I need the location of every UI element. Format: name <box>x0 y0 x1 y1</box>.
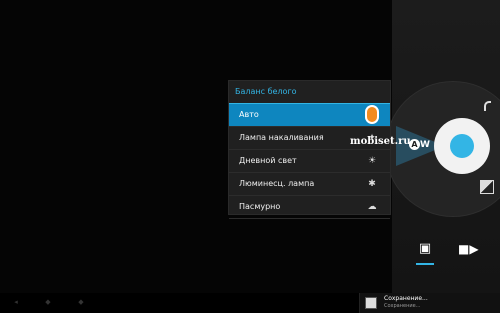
image-icon <box>365 297 377 309</box>
notification-title: Сохранение... <box>384 295 428 302</box>
fluorescent-icon: ✱ <box>368 179 376 189</box>
wb-option-auto[interactable]: Авто <box>229 104 390 127</box>
recent-apps-icon[interactable]: ◆ <box>77 298 85 306</box>
notification-subtitle: Сохранение... <box>384 303 421 309</box>
saving-notification[interactable]: Сохранение... Сохранение... <box>359 293 500 313</box>
exposure-icon[interactable] <box>480 180 494 194</box>
camera-screen: AW Баланс белого Авто Лампа накаливания … <box>0 0 500 313</box>
wb-option-cloudy[interactable]: Пасмурно ☁ <box>229 196 390 219</box>
wb-option-label: Люминесц. лампа <box>239 179 315 188</box>
white-balance-menu-title: Баланс белого <box>229 81 390 104</box>
sun-icon: ☀ <box>367 156 377 166</box>
cloud-icon: ☁ <box>367 202 377 212</box>
white-balance-menu: Баланс белого Авто Лампа накаливания ✦ Д… <box>229 81 390 219</box>
home-icon[interactable]: ◆ <box>44 298 52 306</box>
camera-icon[interactable]: ▣ <box>418 240 432 258</box>
wheel-top-setting-icon[interactable] <box>484 101 491 111</box>
back-icon[interactable]: ◂ <box>12 298 20 306</box>
watermark: mobiset.ru <box>350 136 411 147</box>
wb-option-label: Пасмурно <box>239 202 281 211</box>
video-camera-icon[interactable]: ■▶ <box>458 240 479 258</box>
auto-marker-icon <box>367 107 377 122</box>
mode-switch-bar <box>392 240 500 293</box>
wb-option-label: Лампа накаливания <box>239 133 324 142</box>
shutter-button[interactable] <box>450 134 474 158</box>
active-mode-underline <box>416 263 434 265</box>
wb-option-daylight[interactable]: Дневной свет ☀ <box>229 150 390 173</box>
white-balance-auto-icon[interactable]: AW <box>409 139 430 150</box>
wb-option-label: Авто <box>239 110 259 119</box>
wb-option-fluorescent[interactable]: Люминесц. лампа ✱ <box>229 173 390 196</box>
awb-icon-suffix: W <box>420 140 430 150</box>
wb-option-label: Дневной свет <box>239 156 297 165</box>
